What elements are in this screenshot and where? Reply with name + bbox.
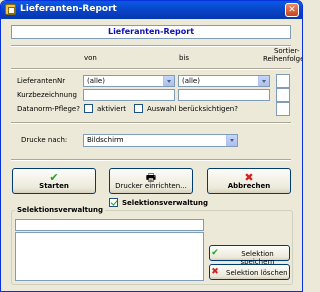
column-sort-label: Sortier- Reihenfolge (263, 47, 303, 63)
short-name-from-input[interactable] (83, 89, 175, 101)
divider-middle (11, 122, 291, 124)
supplier-no-to-select[interactable]: (alle) (178, 75, 270, 87)
delete-selection-button-label: Selektion löschen (226, 269, 288, 277)
selection-name-input[interactable] (15, 219, 204, 231)
datanorm-sort-input[interactable] (276, 102, 290, 116)
sort-label-line2: Reihenfolge (263, 55, 303, 63)
app-icon (5, 4, 16, 15)
short-name-sort-input[interactable] (276, 88, 290, 102)
short-name-to-input[interactable] (178, 89, 270, 101)
selection-management-checkbox-label: Selektionsverwaltung (122, 199, 208, 207)
chevron-down-icon[interactable] (163, 76, 174, 86)
start-button-label: Starten (39, 182, 69, 190)
selection-management-checkbox[interactable] (109, 198, 118, 207)
datanorm-consider-checkbox[interactable] (134, 104, 143, 113)
supplier-no-label: LieferantenNr (17, 77, 66, 85)
datanorm-consider-label: Auswahl berücksichtigen? (147, 105, 238, 113)
report-window: Lieferanten-Report ✕ Lieferanten-Report … (0, 0, 303, 292)
chevron-down-icon[interactable] (258, 76, 269, 86)
printer-setup-button[interactable]: 🖶 Drucker einrichten... (109, 168, 193, 194)
datanorm-label: Datanorm-Pflege? (17, 105, 80, 113)
print-to-select[interactable]: Bildschirm (83, 134, 238, 147)
divider-top (11, 45, 291, 47)
close-button[interactable]: ✕ (285, 3, 299, 17)
print-to-value: Bildschirm (87, 136, 124, 144)
save-selection-button[interactable]: ✔ Selektion speichern (209, 245, 290, 266)
datanorm-activated-checkbox[interactable] (84, 104, 93, 113)
print-to-label: Drucke nach: (21, 136, 68, 144)
selection-list[interactable] (15, 232, 204, 281)
cancel-button[interactable]: ✖ Abbrechen (207, 168, 291, 194)
start-button[interactable]: ✔ Starten (12, 168, 96, 194)
title-bar[interactable]: Lieferanten-Report ✕ (1, 1, 302, 19)
chevron-down-icon[interactable] (226, 135, 237, 146)
delete-selection-button[interactable]: ✖ Selektion löschen (209, 264, 290, 280)
sort-label-line1: Sortier- (273, 47, 300, 55)
divider-columns (11, 68, 291, 70)
cancel-button-label: Abbrechen (227, 182, 271, 190)
supplier-no-from-value: (alle) (87, 77, 105, 85)
printer-setup-button-label: Drucker einrichten... (115, 182, 187, 190)
red-x-icon: ✖ (211, 267, 219, 277)
short-name-label: Kurzbezeichnung (17, 91, 77, 99)
report-header-title: Lieferanten-Report (11, 25, 291, 39)
supplier-no-sort-input[interactable] (276, 74, 290, 88)
divider-bottom (11, 159, 291, 161)
supplier-no-from-select[interactable]: (alle) (83, 75, 175, 87)
selection-group-title: Selektionsverwaltung (15, 206, 105, 214)
green-check-icon: ✔ (211, 248, 219, 258)
window-title: Lieferanten-Report (20, 4, 117, 14)
column-from-label: von (84, 54, 97, 62)
column-to-label: bis (179, 54, 190, 62)
supplier-no-to-value: (alle) (182, 77, 200, 85)
datanorm-activated-label: aktiviert (97, 105, 127, 113)
